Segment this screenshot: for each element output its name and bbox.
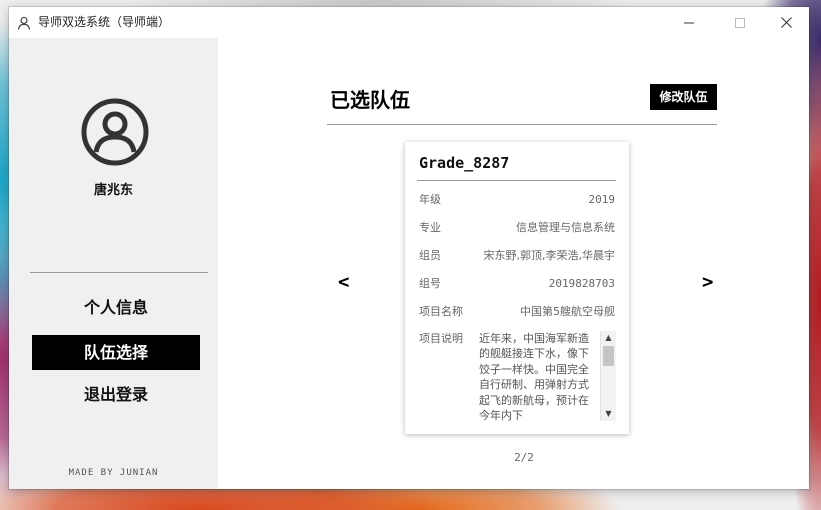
username: 唐兆东 [93, 183, 133, 198]
description-text: 近年来，中国海军新造的舰艇接连下水，像下饺子一样快。中国完全自行研制、用弹射方式… [479, 332, 589, 423]
field-major: 专业 信息管理与信息系统 [419, 220, 615, 236]
window-title: 导师双选系统（导师端） [38, 15, 171, 29]
page-indicator: 2/2 [514, 451, 534, 464]
minimize-icon [684, 22, 694, 23]
field-group-number: 组号 2019828703 [419, 276, 615, 292]
field-label: 项目名称 [419, 305, 463, 318]
maximize-button[interactable] [717, 7, 763, 38]
title-divider [327, 124, 717, 125]
sidebar: 唐兆东 个人信息 队伍选择 退出登录 MADE BY JUNIAN [9, 38, 218, 489]
scroll-down-icon[interactable]: ▼ [601, 407, 616, 421]
close-icon [780, 17, 792, 28]
user-circle-icon [81, 98, 149, 166]
page-title: 已选队伍 [330, 88, 410, 112]
nav-team-selection[interactable]: 队伍选择 [32, 335, 200, 370]
nav-personal-info[interactable]: 个人信息 [32, 290, 200, 325]
next-team-button[interactable]: > [702, 271, 713, 293]
field-value: 2019828703 [548, 277, 615, 290]
field-label: 专业 [419, 221, 441, 234]
description-scrollbar[interactable]: ▲ ▼ [600, 331, 616, 421]
field-project-name: 项目名称 中国第5艘航空母舰 [419, 304, 615, 320]
scroll-thumb[interactable] [603, 346, 614, 366]
nav-logout[interactable]: 退出登录 [32, 377, 200, 412]
prev-team-button[interactable]: < [338, 271, 349, 293]
footer-credit: MADE BY JUNIAN [68, 468, 159, 478]
field-value: 2019 [588, 193, 616, 206]
title-bar[interactable]: 导师双选系统（导师端） [9, 7, 809, 38]
field-grade: 年级 2019 [419, 192, 615, 208]
edit-team-button[interactable]: 修改队伍 [650, 84, 717, 110]
user-outline-icon [17, 15, 31, 30]
maximize-icon [735, 17, 745, 28]
scroll-up-icon[interactable]: ▲ [601, 331, 616, 345]
sidebar-divider [30, 272, 208, 273]
field-members: 组员 宋东野,郭顶,李荣浩,华晨宇 [419, 248, 615, 264]
app-window: 导师双选系统（导师端） 唐兆东 个人信息 队伍选择 退出登录 MADE BY J… [9, 7, 809, 489]
main-panel: 已选队伍 修改队伍 < > Grade_8287 年级 2019 专业 信息管理… [218, 38, 809, 489]
close-button[interactable] [763, 7, 809, 38]
field-value: 宋东野,郭顶,李荣浩,华晨宇 [483, 249, 616, 262]
card-divider [417, 180, 616, 181]
field-label: 组号 [419, 277, 441, 290]
description-textarea[interactable]: 近年来，中国海军新造的舰艇接连下水，像下饺子一样快。中国完全自行研制、用弹射方式… [479, 331, 616, 423]
field-value: 信息管理与信息系统 [516, 221, 615, 234]
field-label: 组员 [419, 249, 441, 262]
description-label: 项目说明 [419, 332, 463, 345]
team-card: Grade_8287 年级 2019 专业 信息管理与信息系统 组员 宋东野,郭… [405, 142, 629, 434]
field-value: 中国第5艘航空母舰 [520, 305, 615, 318]
field-label: 年级 [419, 193, 441, 206]
team-name: Grade_8287 [419, 154, 510, 172]
minimize-button[interactable] [666, 7, 712, 38]
